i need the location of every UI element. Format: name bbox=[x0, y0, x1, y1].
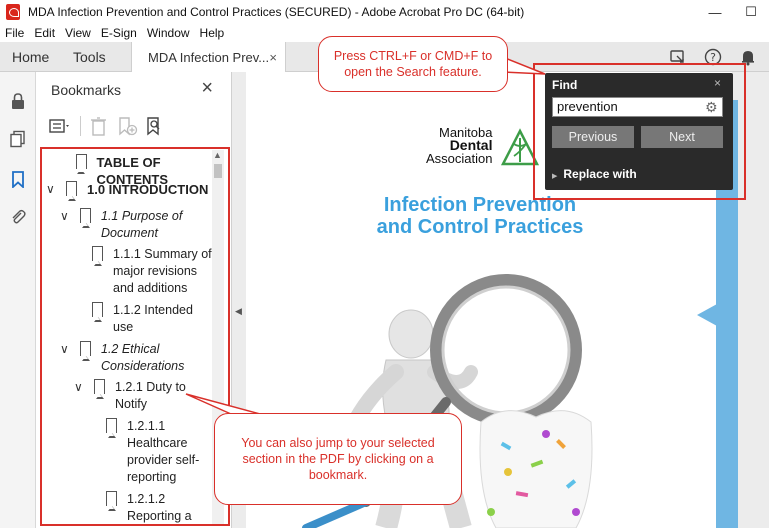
find-tip-callout: Press CTRL+F or CMD+F to open the Search… bbox=[318, 36, 508, 92]
bookmark-tip-callout: You can also jump to your selected secti… bbox=[214, 413, 462, 505]
